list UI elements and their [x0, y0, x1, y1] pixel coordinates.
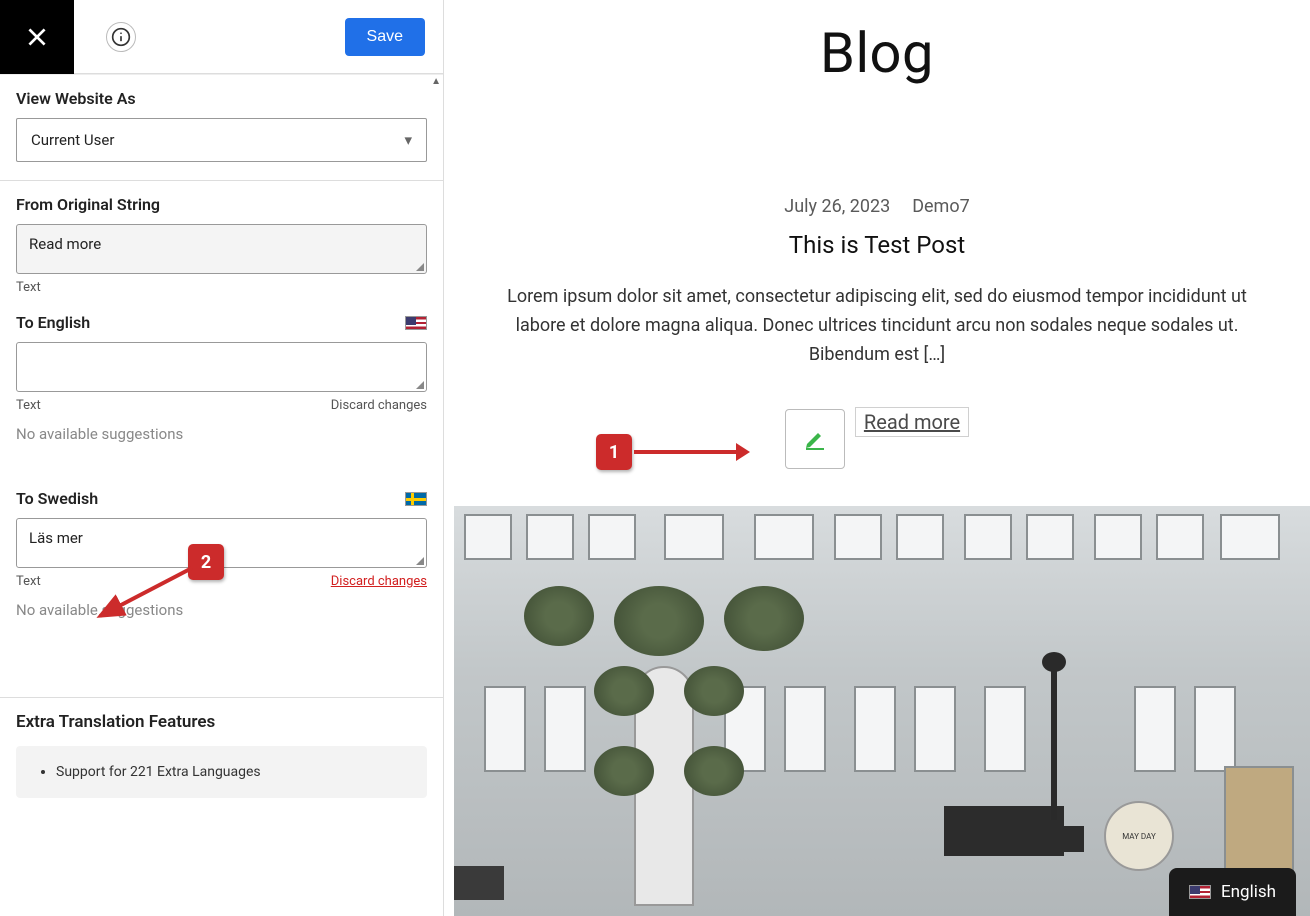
to-swedish-heading: To Swedish	[16, 489, 98, 508]
close-icon	[24, 24, 50, 50]
language-label: English	[1221, 882, 1276, 902]
extra-box: Support for 221 Extra Languages	[16, 746, 427, 798]
photo-signage	[454, 866, 504, 900]
view-as-value: Current User	[31, 131, 114, 149]
flag-us-icon	[405, 316, 427, 330]
to-swedish-discard[interactable]: Discard changes	[331, 574, 427, 589]
info-icon	[111, 27, 131, 47]
resize-handle-icon	[414, 555, 424, 565]
streetlamp-icon	[1034, 646, 1074, 826]
to-swedish-suggestions: No available suggestions	[16, 601, 427, 619]
preview-pane: Blog July 26, 2023 Demo7 This is Test Po…	[444, 0, 1310, 916]
to-english-discard[interactable]: Discard changes	[331, 398, 427, 413]
from-heading: From Original String	[16, 195, 427, 214]
to-english-heading: To English	[16, 313, 90, 332]
extra-item: Support for 221 Extra Languages	[56, 764, 411, 780]
read-more-link[interactable]: Read more	[855, 407, 969, 437]
to-english-type-label: Text	[16, 398, 41, 413]
annotation-callout-1: 1	[596, 434, 632, 470]
chevron-down-icon: ▾	[404, 131, 412, 149]
info-button[interactable]	[106, 22, 136, 52]
blog-title: Blog	[444, 20, 1310, 86]
to-swedish-value: Läs mer	[29, 529, 83, 547]
annotation-arrow-2	[92, 562, 202, 624]
flag-se-icon	[405, 492, 427, 506]
to-english-textarea[interactable]	[16, 342, 427, 392]
sidebar-scroll[interactable]: View Website As Current User ▾ From Orig…	[0, 74, 443, 916]
resize-handle-icon	[414, 379, 424, 389]
post-meta: July 26, 2023 Demo7	[504, 196, 1250, 217]
post-title[interactable]: This is Test Post	[504, 231, 1250, 259]
photo-signage: MAY DAY	[1104, 801, 1174, 871]
save-button[interactable]: Save	[345, 18, 425, 56]
post-excerpt: Lorem ipsum dolor sit amet, consectetur …	[504, 283, 1250, 369]
view-as-heading: View Website As	[16, 89, 427, 108]
resize-handle-icon	[414, 261, 424, 271]
section-extra-features: Extra Translation Features Support for 2…	[0, 698, 443, 816]
from-value: Read more	[29, 235, 101, 253]
section-from-string: From Original String Read more Text	[0, 181, 443, 313]
to-swedish-type-label: Text	[16, 574, 41, 589]
sidebar-panel: Save ▲ View Website As Current User ▾ Fr…	[0, 0, 444, 916]
featured-image: MAY DAY	[454, 506, 1310, 916]
extra-heading: Extra Translation Features	[16, 712, 427, 732]
translate-edit-button[interactable]	[785, 409, 845, 469]
sidebar-topbar: Save	[0, 0, 443, 74]
annotation-arrow-1	[634, 450, 736, 454]
section-view-as: View Website As Current User ▾	[0, 74, 443, 181]
close-button[interactable]	[0, 0, 74, 74]
to-english-suggestions: No available suggestions	[16, 425, 427, 443]
post-block: July 26, 2023 Demo7 This is Test Post Lo…	[444, 196, 1310, 469]
section-to-english: To English Text Discard changes No avail…	[0, 313, 443, 461]
photo-signage	[944, 826, 1084, 852]
from-textarea: Read more	[16, 224, 427, 274]
language-switcher[interactable]: English	[1169, 868, 1296, 916]
flag-us-icon	[1189, 885, 1211, 899]
view-as-select[interactable]: Current User ▾	[16, 118, 427, 162]
from-type-label: Text	[16, 280, 427, 295]
arrow-head-icon	[736, 443, 750, 461]
app-root: Save ▲ View Website As Current User ▾ Fr…	[0, 0, 1310, 916]
post-date: July 26, 2023	[784, 196, 890, 217]
pencil-icon	[803, 427, 827, 451]
post-author: Demo7	[912, 196, 970, 217]
